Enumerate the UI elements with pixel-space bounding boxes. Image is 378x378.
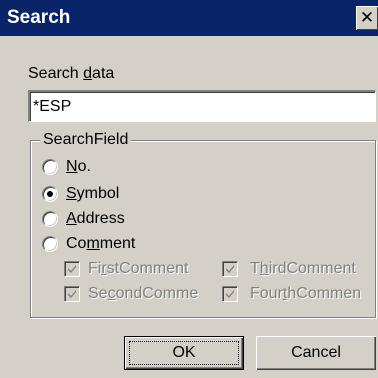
radio-no[interactable] xyxy=(42,159,58,175)
radio-comment-label[interactable]: Comment xyxy=(66,234,135,254)
radio-symbol-label[interactable]: Symbol xyxy=(66,184,119,204)
title-bar[interactable]: Search ✕ xyxy=(0,0,378,36)
search-dialog: Search ✕ Search data SearchField No. Sym… xyxy=(0,0,378,378)
checkbox-fourth-comment-label: FourthCommen xyxy=(250,285,362,302)
search-data-input[interactable] xyxy=(28,90,376,122)
ok-button[interactable]: OK xyxy=(124,336,244,370)
radio-address-label[interactable]: Address xyxy=(66,209,125,229)
checkmark-icon xyxy=(226,265,234,273)
checkbox-third-comment-label: ThirdComment xyxy=(250,260,356,277)
radio-comment[interactable] xyxy=(42,236,58,252)
close-button[interactable]: ✕ xyxy=(356,6,378,30)
radio-selected-dot xyxy=(47,191,53,197)
radio-no-label[interactable]: No. xyxy=(66,157,91,177)
checkbox-third-comment[interactable] xyxy=(222,261,238,277)
search-field-legend: SearchField xyxy=(40,130,132,150)
focus-rectangle xyxy=(129,341,239,365)
cancel-button-label: Cancel xyxy=(291,344,341,361)
radio-address[interactable] xyxy=(42,211,58,227)
window-title: Search xyxy=(7,7,71,28)
search-data-label: Search data xyxy=(28,65,115,82)
checkmark-icon xyxy=(68,290,76,298)
checkbox-second-comment-label: SecondComme xyxy=(88,285,199,302)
close-icon: ✕ xyxy=(359,7,375,28)
checkbox-fourth-comment[interactable] xyxy=(222,286,238,302)
checkbox-first-comment[interactable] xyxy=(64,261,80,277)
cancel-button[interactable]: Cancel xyxy=(256,336,376,370)
checkbox-first-comment-label: FirstComment xyxy=(88,260,189,277)
checkmark-icon xyxy=(68,265,76,273)
checkmark-icon xyxy=(226,290,234,298)
radio-symbol[interactable] xyxy=(42,186,58,202)
checkbox-second-comment[interactable] xyxy=(64,286,80,302)
